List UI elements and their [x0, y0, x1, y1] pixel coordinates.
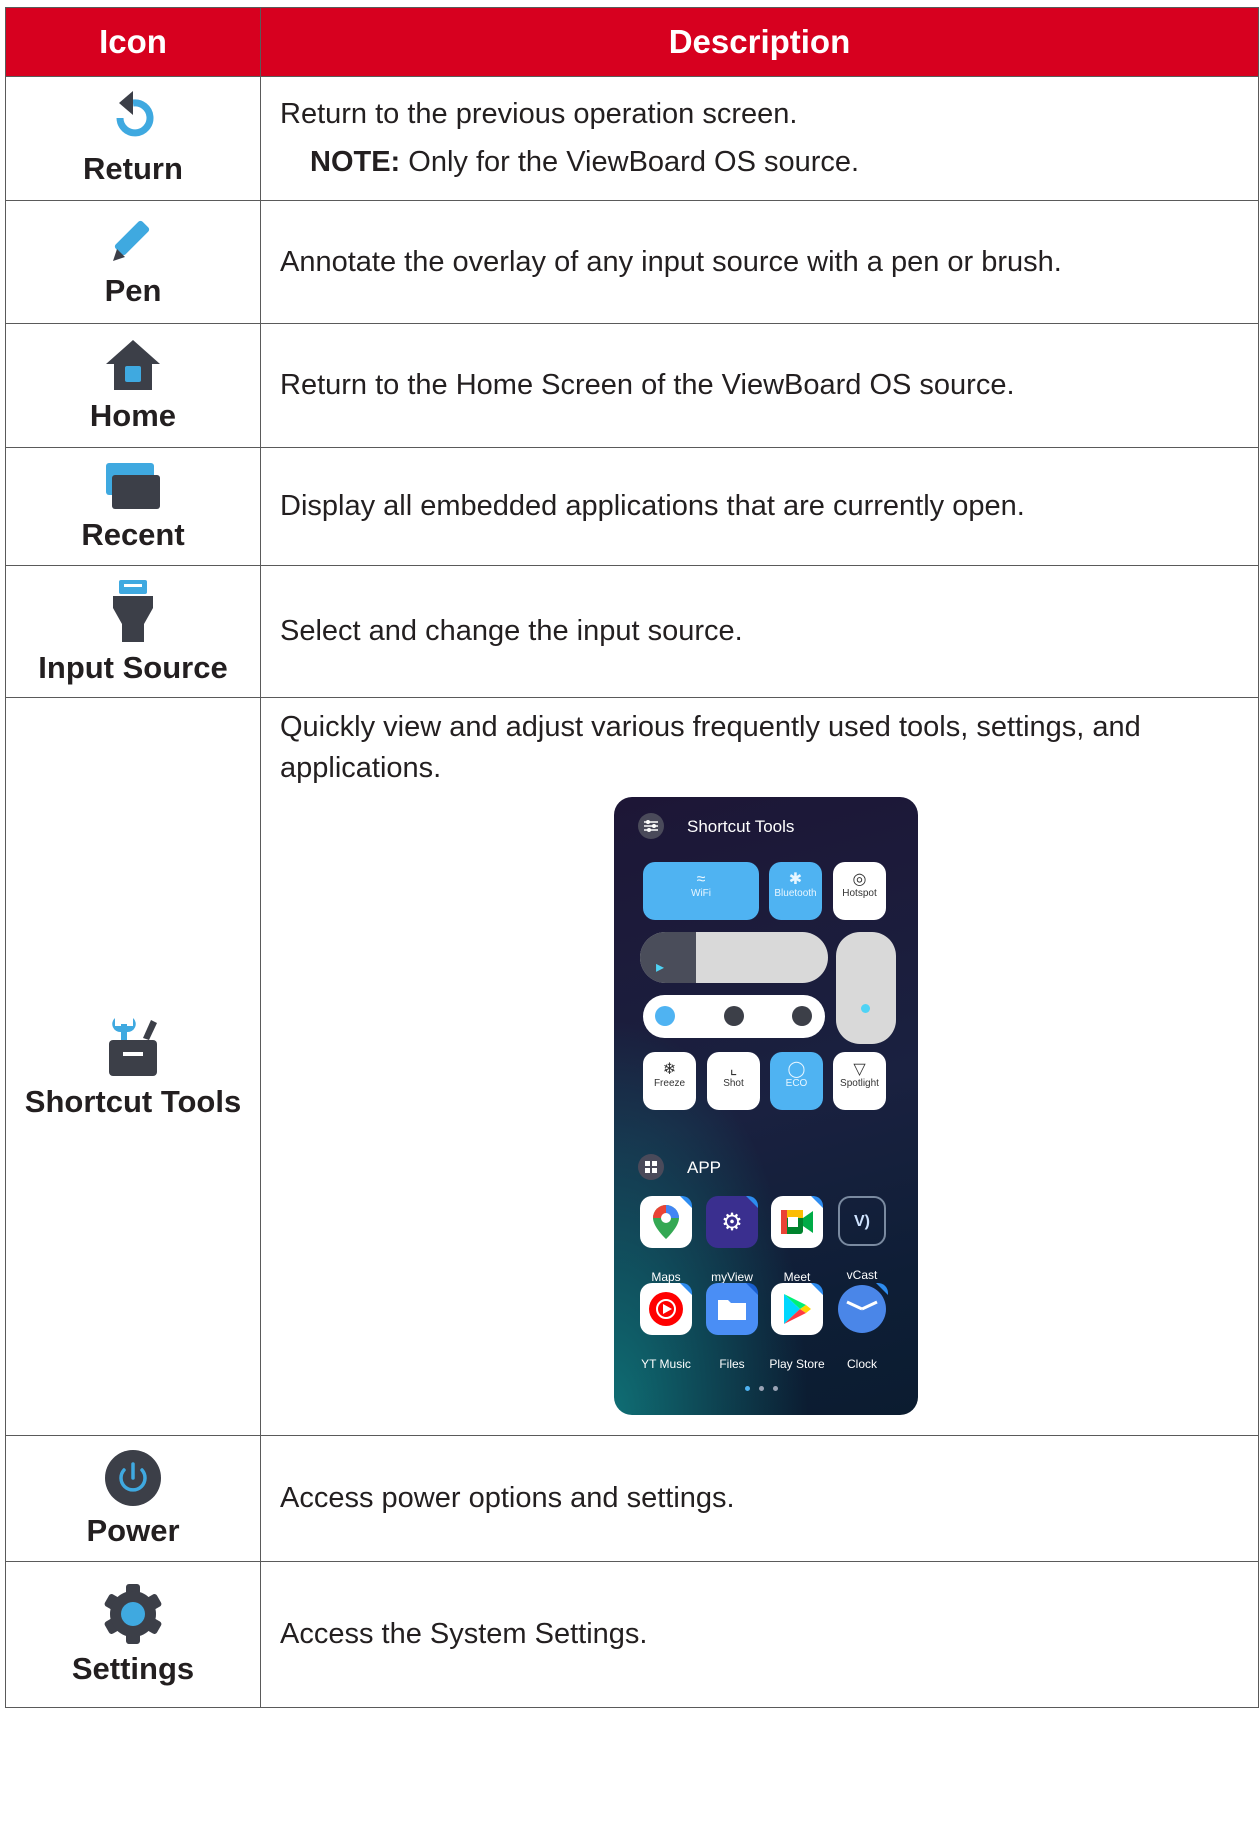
brightness-indicator [861, 1004, 870, 1013]
icon-label-settings: Settings [71, 1650, 195, 1686]
apps-grid-icon [638, 1154, 664, 1180]
home-icon [106, 339, 160, 390]
mode-selector[interactable] [643, 995, 825, 1038]
icon-label-shortcut-tools: Shortcut Tools [24, 1083, 242, 1119]
table-row: Recent Display all embedded applications… [5, 447, 1259, 566]
page-indicator[interactable] [745, 1386, 778, 1391]
table-row: Settings Access the System Settings. [5, 1561, 1259, 1708]
table-header-row: Icon Description [5, 7, 1259, 77]
power-mode-icon[interactable] [655, 1006, 675, 1026]
note-text: Only for the ViewBoard OS source. [400, 146, 860, 178]
table-row: Shortcut Tools Quickly view and adjust v… [5, 697, 1259, 1436]
input-source-icon [113, 579, 153, 642]
app-yt-music[interactable]: YT Music [638, 1283, 694, 1385]
note: NOTE: Only for the ViewBoard OS source. [280, 142, 1238, 183]
description-input-source: Select and change the input source. [260, 565, 1259, 698]
pen-icon [113, 220, 150, 261]
table-row: Input Source Select and change the input… [5, 565, 1259, 698]
moon-icon[interactable] [792, 1006, 812, 1026]
play-store-icon [784, 1294, 811, 1324]
shortcut-tools-panel-screenshot: Shortcut Tools ≈ WiFi ✱ Bluetooth ◎ Hots… [614, 797, 918, 1415]
icon-label-power: Power [86, 1512, 180, 1548]
panel-title: Shortcut Tools [687, 817, 795, 836]
app-play-store[interactable]: Play Store [769, 1283, 825, 1385]
icon-description-table: Icon Description Return Return to the pr… [5, 7, 1259, 1708]
icon-label-input-source: Input Source [38, 649, 228, 685]
table-row: Pen Annotate the overlay of any input so… [5, 200, 1259, 324]
wifi-toggle[interactable]: ≈ WiFi [643, 862, 759, 920]
app-vcast[interactable]: V) vCast [834, 1196, 890, 1296]
volume-fill [640, 932, 697, 983]
description-home: Return to the Home Screen of the ViewBoa… [260, 323, 1259, 448]
page-dot[interactable] [745, 1386, 750, 1391]
description-settings: Access the System Settings. [260, 1561, 1259, 1708]
brightness-slider[interactable] [836, 932, 896, 1044]
note-label: NOTE: [310, 146, 401, 178]
header-icon: Icon [5, 7, 261, 77]
volume-slider[interactable]: ▸ [640, 932, 828, 983]
shortcut-tools-icon [109, 1017, 157, 1076]
freeze-button[interactable]: ❄ Freeze [643, 1052, 696, 1110]
table-row: Power Access power options and settings. [5, 1435, 1259, 1562]
spotlight-button[interactable]: ▽ Spotlight [833, 1052, 886, 1110]
table-row: Return Return to the previous operation … [5, 76, 1259, 201]
description-power: Access power options and settings. [260, 1435, 1259, 1562]
icon-label-home: Home [89, 397, 177, 433]
page-dot[interactable] [759, 1386, 764, 1391]
icon-label-return: Return [83, 150, 183, 186]
hotspot-toggle[interactable]: ◎ Hotspot [833, 862, 886, 920]
icon-label-pen: Pen [104, 273, 162, 308]
folder-icon [718, 1300, 746, 1320]
recent-icon [106, 462, 160, 509]
gears-icon: ⚙ [721, 1208, 743, 1236]
bluetooth-toggle[interactable]: ✱ Bluetooth [769, 862, 822, 920]
settings-icon [104, 1583, 162, 1644]
app-clock[interactable]: Clock [834, 1283, 890, 1385]
icon-label-recent: Recent [81, 516, 185, 552]
eco-button[interactable]: ◯ ECO [770, 1052, 823, 1110]
apps-title: APP [687, 1158, 722, 1177]
sun-icon[interactable] [724, 1006, 744, 1026]
page-dot[interactable] [773, 1386, 778, 1391]
vcast-icon: V) [854, 1212, 870, 1230]
maps-icon [653, 1205, 679, 1239]
description-return: Return to the previous operation screen. [280, 98, 798, 130]
meet-icon [781, 1210, 813, 1234]
return-icon [116, 90, 154, 136]
table-row: Home Return to the Home Screen of the Vi… [5, 323, 1259, 448]
power-icon [105, 1449, 161, 1506]
volume-icon: ▸ [656, 959, 665, 976]
description-pen: Annotate the overlay of any input source… [260, 200, 1259, 324]
description-recent: Display all embedded applications that a… [260, 447, 1259, 566]
app-files[interactable]: Files [704, 1283, 760, 1385]
tune-icon [638, 813, 664, 839]
screenshot-button[interactable]: ⌞ Shot [707, 1052, 760, 1110]
yt-music-icon [649, 1292, 683, 1326]
description-shortcut-tools: Quickly view and adjust various frequent… [280, 711, 1141, 784]
header-description: Description [260, 7, 1259, 77]
